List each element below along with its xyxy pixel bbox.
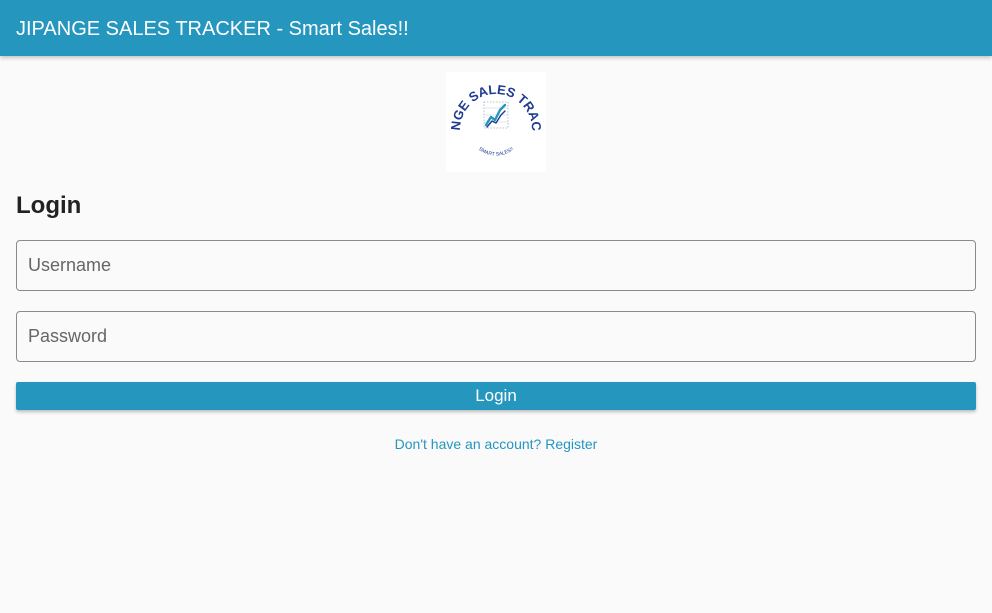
svg-text:SMART SALES!!: SMART SALES!! — [477, 146, 515, 157]
logo-graphic: JIPANGE SALES TRACKER SMART SALES!! — [446, 72, 544, 158]
password-field[interactable] — [16, 311, 976, 362]
app-title: JIPANGE SALES TRACKER - Smart Sales!! — [16, 18, 409, 40]
password-input[interactable] — [17, 312, 975, 361]
logo-tagline: SMART SALES!! — [477, 146, 515, 157]
trend-chart-icon — [483, 101, 509, 129]
username-field[interactable] — [16, 240, 976, 291]
app-bar: JIPANGE SALES TRACKER - Smart Sales!! — [0, 0, 992, 56]
username-input[interactable] — [17, 241, 975, 290]
app-logo: JIPANGE SALES TRACKER SMART SALES!! — [446, 72, 546, 172]
login-heading: Login — [16, 192, 82, 219]
login-button[interactable]: Login — [16, 382, 976, 410]
register-link[interactable]: Don't have an account? Register — [0, 436, 992, 452]
